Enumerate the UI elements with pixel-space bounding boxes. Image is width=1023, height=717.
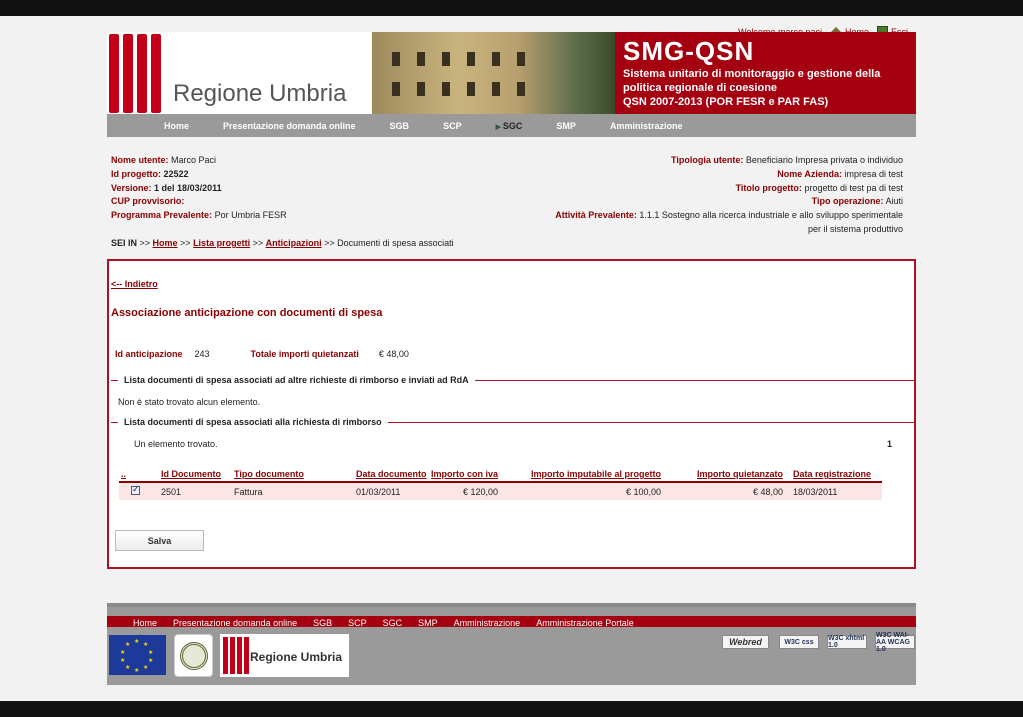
nav-smp[interactable]: SMP bbox=[556, 121, 576, 131]
documents-table: .. Id Documento Tipo documento Data docu… bbox=[119, 467, 882, 500]
id-label: Id anticipazione bbox=[115, 349, 183, 359]
back-link[interactable]: <-- Indietro bbox=[111, 279, 158, 289]
col-tipo-documento[interactable]: Tipo documento bbox=[232, 467, 354, 483]
info-row: Attività Prevalente: 1.1.1 Sostegno alla… bbox=[555, 210, 903, 221]
nav-presentazione[interactable]: Presentazione domanda online bbox=[223, 121, 356, 131]
italian-emblem-icon bbox=[174, 634, 213, 677]
breadcrumb-home[interactable]: Home bbox=[153, 238, 178, 248]
eu-flag-icon: ★ ★ ★ ★ ★ ★ ★ ★ ★ ★ bbox=[109, 635, 166, 675]
nav-sgc[interactable]: SGC bbox=[496, 121, 523, 131]
section-title: Lista documenti di spesa associati ad al… bbox=[124, 375, 469, 385]
footer-nav-bar: Home Presentazione domanda online SGB SC… bbox=[107, 603, 916, 630]
info-row: Tipo operazione: Aiuti bbox=[811, 196, 903, 207]
col-data-registrazione[interactable]: Data registrazione bbox=[785, 467, 882, 483]
cell-data-registrazione: 18/03/2011 bbox=[785, 482, 882, 500]
table-row: 2501 Fattura 01/03/2011 € 120,00 € 100,0… bbox=[119, 482, 882, 500]
info-row: Nome utente: Marco Paci bbox=[111, 155, 217, 165]
empty-message: Non è stato trovato alcun elemento. bbox=[118, 397, 261, 407]
region-footer-logo: Regione Umbria bbox=[220, 634, 349, 677]
app-title-panel: SMG-QSN Sistema unitario di monitoraggio… bbox=[615, 32, 916, 115]
page-title: Associazione anticipazione con documenti… bbox=[111, 307, 383, 319]
info-row: Titolo progetto: progetto di test pa di … bbox=[735, 182, 903, 193]
app-subtitle-3: QSN 2007-2013 (POR FESR e PAR FAS) bbox=[623, 96, 829, 108]
banner-logo-area: Regione Umbria bbox=[107, 32, 615, 115]
cell-importo-iva: € 120,00 bbox=[429, 482, 501, 500]
info-row: Nome Azienda: impresa di test bbox=[777, 168, 903, 179]
save-button[interactable]: Salva bbox=[115, 530, 204, 551]
col-importo-iva[interactable]: Importo con iva bbox=[429, 467, 501, 483]
page-number[interactable]: 1 bbox=[887, 439, 892, 449]
window-top-bar bbox=[0, 0, 1023, 16]
project-info-left: Nome utente: Marco Paci Id progetto: 225… bbox=[111, 154, 287, 223]
info-row: Id progetto: 22522 bbox=[111, 168, 189, 179]
section-other-requests: Lista documenti di spesa associati ad al… bbox=[111, 375, 914, 385]
col-importo-quietanzato[interactable]: Importo quietanzato bbox=[663, 467, 786, 483]
breadcrumb-current: Documenti di spesa associati bbox=[337, 238, 454, 248]
nav-home[interactable]: Home bbox=[164, 121, 189, 131]
nav-scp[interactable]: SCP bbox=[443, 121, 462, 131]
breadcrumb-lista-progetti[interactable]: Lista progetti bbox=[193, 238, 250, 248]
app-title: SMG-QSN bbox=[623, 36, 755, 66]
footer: ★ ★ ★ ★ ★ ★ ★ ★ ★ ★ Regione Umbria Webred W3C … bbox=[107, 627, 916, 685]
w3c-css-badge[interactable]: W3C css bbox=[779, 635, 819, 649]
total-value: € 48,00 bbox=[378, 349, 409, 359]
section-this-request: Lista documenti di spesa associati alla … bbox=[111, 417, 914, 427]
header-banner: Regione Umbria SMG-QSN Sistema unitario … bbox=[107, 32, 916, 115]
section-title: Lista documenti di spesa associati alla … bbox=[124, 417, 382, 427]
anticipation-summary: Id anticipazione 243 Totale importi quie… bbox=[115, 349, 409, 359]
app-subtitle-2: politica regionale di coesione bbox=[623, 82, 778, 94]
breadcrumb: SEI IN >> Home >> Lista progetti >> Anti… bbox=[111, 238, 454, 248]
content-panel: <-- Indietro Associazione anticipazione … bbox=[107, 259, 916, 569]
col-data-documento[interactable]: Data documento bbox=[354, 467, 429, 483]
region-title: Regione Umbria bbox=[173, 80, 347, 107]
cell-data: 01/03/2011 bbox=[354, 482, 429, 500]
app-subtitle-1: Sistema unitario di monitoraggio e gesti… bbox=[623, 68, 881, 80]
info-row: per il sistema produttivo bbox=[807, 223, 903, 234]
main-nav: Home Presentazione domanda online SGB SC… bbox=[107, 114, 916, 137]
webred-badge[interactable]: Webred bbox=[722, 635, 769, 649]
breadcrumb-anticipazioni[interactable]: Anticipazioni bbox=[266, 238, 322, 248]
nav-amministrazione[interactable]: Amministrazione bbox=[610, 121, 683, 131]
window-bottom-bar bbox=[0, 701, 1023, 717]
col-importo-imputabile[interactable]: Importo imputabile al progetto bbox=[500, 467, 664, 483]
nav-sgb[interactable]: SGB bbox=[390, 121, 410, 131]
project-info-right: Tipologia utente: Beneficiario Impresa p… bbox=[555, 154, 903, 237]
id-value: 243 bbox=[194, 349, 210, 359]
info-row: Versione: 1 del 18/03/2011 bbox=[111, 182, 222, 193]
building-photo bbox=[372, 32, 615, 115]
footer-region-name: Regione Umbria bbox=[250, 650, 343, 664]
row-checkbox[interactable] bbox=[131, 484, 140, 495]
info-row: CUP provvisorio: bbox=[111, 196, 185, 207]
col-select[interactable]: .. bbox=[119, 467, 159, 483]
cell-tipo: Fattura bbox=[232, 482, 354, 500]
region-logo-icon bbox=[109, 34, 161, 113]
total-label: Totale importi quietanzati bbox=[250, 349, 359, 359]
w3c-wai-badge[interactable]: W3C WAI-AA WCAG 1.0 bbox=[875, 632, 915, 653]
w3c-xhtml-badge[interactable]: W3C xhtml 1.0 bbox=[827, 635, 867, 649]
cell-importo-imputabile: € 100,00 bbox=[500, 482, 664, 500]
result-count: Un elemento trovato. bbox=[134, 439, 218, 449]
col-id-documento[interactable]: Id Documento bbox=[159, 467, 232, 483]
info-row: Tipologia utente: Beneficiario Impresa p… bbox=[671, 155, 903, 165]
cell-importo-quietanzato: € 48,00 bbox=[663, 482, 786, 500]
cell-id: 2501 bbox=[159, 482, 232, 500]
info-row: Programma Prevalente: Por Umbria FESR bbox=[111, 210, 287, 221]
